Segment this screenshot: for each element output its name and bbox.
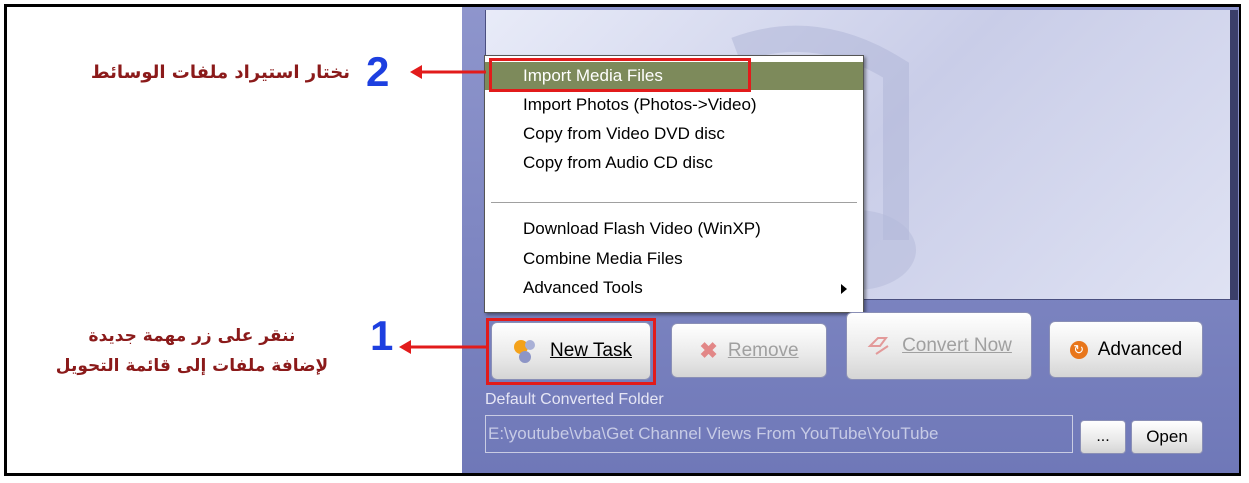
browse-label: ...	[1096, 428, 1110, 445]
menu-item-download-flash[interactable]: Download Flash Video (WinXP)	[485, 215, 863, 243]
menu-item-copy-dvd[interactable]: Copy from Video DVD disc	[485, 120, 863, 148]
step1-number: 1	[370, 312, 394, 359]
step2-number: 2	[366, 48, 390, 95]
step1-caption-line1: ننقر على زر مهمة جديدة	[88, 326, 296, 346]
open-label: Open	[1146, 427, 1188, 446]
advanced-button[interactable]: ↻ Advanced	[1049, 321, 1203, 378]
menu-separator	[491, 202, 857, 204]
menu-item-copy-audio-cd[interactable]: Copy from Audio CD disc	[485, 149, 863, 177]
remove-button[interactable]: ✖ Remove	[671, 323, 827, 378]
menu-item-combine-media[interactable]: Combine Media Files	[485, 245, 863, 273]
convert-now-label: Convert Now	[902, 335, 1012, 356]
submenu-arrow-icon	[841, 284, 847, 294]
browse-button[interactable]: ...	[1080, 420, 1126, 454]
remove-label: Remove	[727, 339, 799, 361]
open-button[interactable]: Open	[1131, 420, 1203, 454]
advanced-icon: ↻	[1069, 340, 1088, 359]
remove-icon: ✖	[699, 337, 718, 363]
menu-item-import-photos[interactable]: Import Photos (Photos->Video)	[485, 91, 863, 119]
convert-now-button[interactable]: Convert Now	[846, 312, 1032, 380]
advanced-label: Advanced	[1097, 338, 1183, 360]
step2-caption: نختار استيراد ملفات الوسائط	[90, 62, 350, 83]
convert-icon	[867, 337, 889, 355]
output-path-field[interactable]: E:\youtube\vba\Get Channel Views From Yo…	[485, 415, 1073, 453]
preview-scrollbar[interactable]	[1230, 10, 1238, 300]
default-folder-label: Default Converted Folder	[485, 391, 664, 408]
step2-arrow-icon	[410, 65, 486, 79]
menu-item-advanced-tools[interactable]: Advanced Tools	[485, 274, 863, 302]
highlight-import-media	[489, 58, 751, 92]
new-task-menu: Import Media Files Import Photos (Photos…	[484, 55, 864, 313]
highlight-new-task	[486, 318, 656, 385]
step1-caption-line2: لإضافة ملفات إلى قائمة التحويل	[55, 356, 329, 376]
step1-arrow-icon	[399, 340, 487, 354]
